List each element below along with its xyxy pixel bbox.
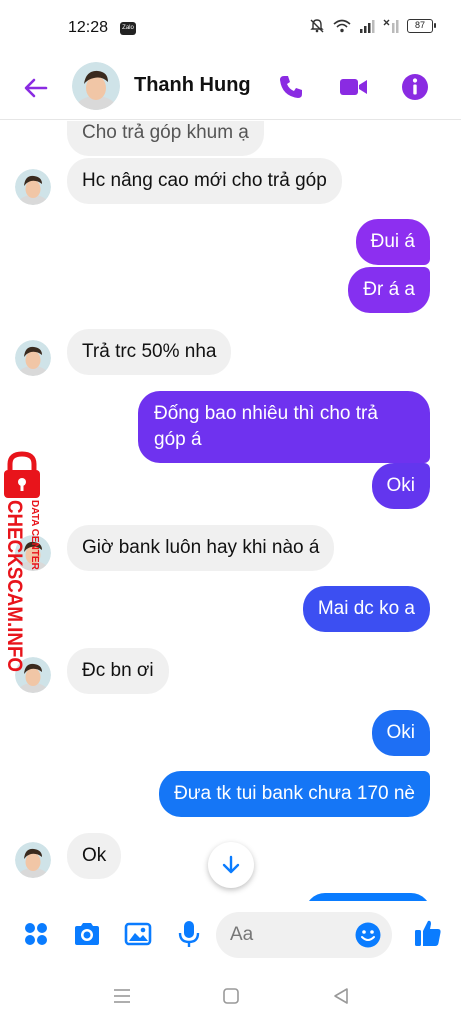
watermark-tagline: DATA CENTER [29,500,40,571]
camera-button[interactable] [72,919,102,949]
outgoing-message[interactable]: Đr á a [348,267,430,313]
watermark-brand: CHECKSCAM.INFO [3,500,26,672]
outgoing-message[interactable]: Đui á [355,219,430,265]
arrow-down-icon [222,855,240,874]
outgoing-message-partial[interactable] [305,893,431,901]
message-line: Đống bao nhiêu thì cho trả [154,403,378,424]
back-button[interactable] [20,72,52,104]
padlock-logo [4,451,40,498]
incoming-message[interactable]: Đc bn ơi [67,648,169,694]
message-input[interactable] [230,922,350,948]
emoji-button[interactable] [354,921,382,949]
incoming-message[interactable]: Trả trc 50% nha [67,329,232,375]
incoming-message[interactable]: Giờ bank luôn hay khi nào á [67,525,335,571]
outgoing-message[interactable]: Oki [371,710,430,756]
incoming-message[interactable]: Ok [67,833,122,879]
incoming-message[interactable]: Hc nâng cao mới cho trả góp [67,158,342,204]
contact-avatar[interactable] [72,62,120,110]
contact-avatar-small[interactable] [15,842,51,878]
more-actions-button[interactable] [21,919,51,949]
conversation-header: Thanh Hung [0,56,461,120]
phone-call-button[interactable] [276,72,306,102]
system-navigation-bar [0,968,461,1024]
info-button[interactable] [400,72,430,102]
outgoing-message[interactable]: Đống bao nhiêu thì cho trả góp á [138,391,430,463]
outgoing-message[interactable]: Đưa tk tui bank chưa 170 nè [159,771,430,817]
wifi-icon [333,19,351,33]
signal-no-sim-icon [383,19,399,33]
video-call-button[interactable] [338,72,368,102]
status-icons: 87 [309,18,436,34]
home-button[interactable] [220,986,242,1006]
message-line: góp á [154,429,202,450]
status-bar: 12:28 Zalo 87 [0,0,461,56]
battery-indicator: 87 [407,19,436,33]
status-time: 12:28 [68,19,109,36]
back-nav-button[interactable] [330,986,352,1006]
microphone-button[interactable] [174,919,204,949]
message-list[interactable]: Cho trả góp khum ạ Hc nâng cao mới cho t… [0,121,461,901]
contact-avatar-small[interactable] [15,169,51,205]
contact-avatar-small[interactable] [15,340,51,376]
mute-bell-icon [310,19,324,33]
message-input-box[interactable] [216,912,392,958]
scroll-to-bottom-button[interactable] [208,842,254,888]
gallery-button[interactable] [123,919,153,949]
checkscam-watermark: CHECKSCAM.INFO DATA CENTER [3,451,40,672]
message-composer [0,902,461,968]
zalo-notification-icon: Zalo [120,22,136,35]
like-button[interactable] [412,917,444,949]
recent-apps-button[interactable] [111,986,133,1006]
outgoing-message[interactable]: Mai dc ko a [302,586,430,632]
signal-icon [360,20,375,33]
outgoing-message[interactable]: Oki [371,463,430,509]
contact-name[interactable]: Thanh Hung [134,74,251,97]
incoming-message[interactable]: Cho trả góp khum ạ [67,121,264,156]
